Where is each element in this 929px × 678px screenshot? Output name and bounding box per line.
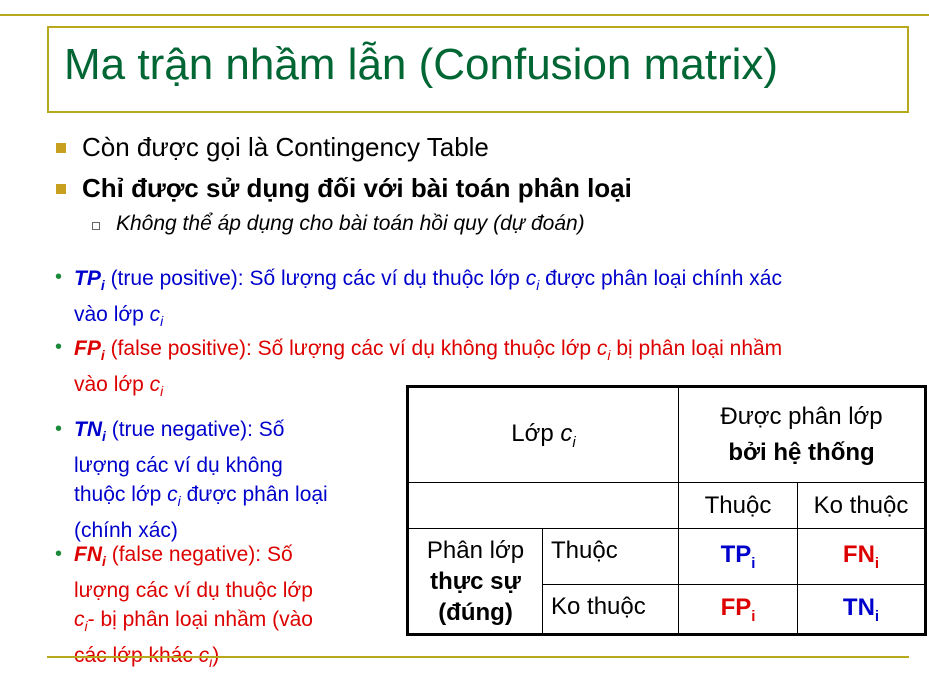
bottom-divider: [47, 656, 909, 658]
matrix-corner-cell: Lớp ci: [407, 386, 679, 483]
col-header-belongs: Thuộc: [678, 482, 798, 529]
tn-cell: TNi: [797, 584, 926, 635]
sub-bullet-square-icon: [92, 222, 100, 230]
bullet-square-icon: [56, 143, 66, 153]
confusion-matrix-table: Lớp ci Được phân lớp bởi hệ thống Thuộc …: [406, 385, 927, 636]
sub-bullet-regression: Không thể áp dụng cho bài toán hồi quy (…: [116, 212, 585, 235]
bullet-contingency: Còn được gọi là Contingency Table: [82, 132, 489, 162]
slide-title: Ma trận nhầm lẫn (Confusion matrix): [64, 40, 779, 89]
tp-cell: TPi: [678, 528, 798, 585]
bullet-dot-icon: •: [55, 266, 63, 288]
fp-cell: FPi: [678, 584, 798, 635]
tp-definition: TPi (true positive): Số lượng các ví dụ …: [74, 267, 782, 330]
col-header-not-belongs: Ko thuộc: [797, 482, 926, 529]
predicted-header: Được phân lớp bởi hệ thống: [678, 386, 926, 483]
bullet-dot-icon: •: [55, 418, 63, 440]
tn-definition: TNi (true negative): Số lượng các ví dụ …: [74, 418, 328, 543]
bullet-dot-icon: •: [55, 543, 63, 565]
matrix-blank-cell: [407, 482, 679, 529]
row-header-not-belongs: Ko thuộc: [542, 584, 679, 635]
bullet-dot-icon: •: [55, 336, 63, 358]
bullet-square-icon: [56, 184, 66, 194]
bullet-classification-only: Chỉ được sử dụng đối với bài toán phân l…: [82, 173, 632, 203]
fn-cell: FNi: [797, 528, 926, 585]
actual-header: Phân lớp thực sự (đúng): [407, 528, 543, 635]
row-header-belongs: Thuộc: [542, 528, 679, 585]
top-divider: [0, 14, 929, 16]
